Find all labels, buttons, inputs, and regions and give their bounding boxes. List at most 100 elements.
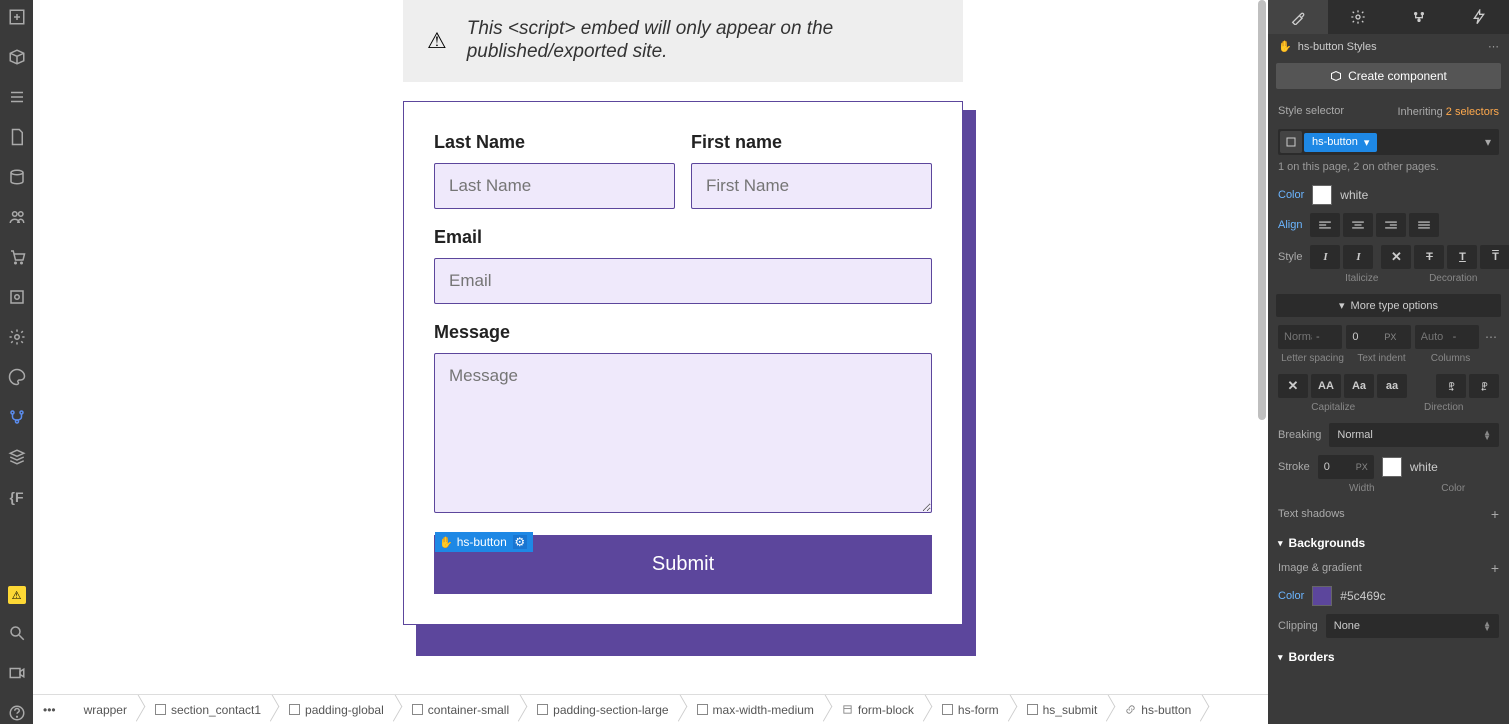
text-indent-input[interactable]: PX	[1346, 325, 1410, 349]
align-justify-button[interactable]	[1409, 213, 1439, 237]
capitalize-lower-button[interactable]: aa	[1377, 374, 1407, 398]
type-more-icon[interactable]: ⋯	[1483, 330, 1499, 344]
breadcrumb-item-hs-submit[interactable]: hs_submit	[1009, 695, 1108, 724]
selector-pages-note: 1 on this page, 2 on other pages.	[1268, 159, 1509, 181]
tab-interactions[interactable]	[1389, 0, 1449, 34]
selector-tag[interactable]: hs-button▾	[1304, 133, 1377, 152]
chevron-down-icon: ▾	[1364, 136, 1370, 149]
grab-icon: ✋	[1278, 40, 1292, 53]
canvas-scrollbar[interactable]	[1260, 0, 1268, 694]
text-shadows-label: Text shadows	[1278, 508, 1345, 520]
image-gradient-label: Image & gradient	[1278, 562, 1362, 574]
breadcrumb-item-wrapper[interactable]: wrapper	[66, 695, 137, 724]
selection-badge[interactable]: ✋ hs-button ⚙	[435, 532, 533, 552]
cms-icon[interactable]	[6, 166, 28, 188]
selector-states-dropdown[interactable]: ▾	[1479, 135, 1497, 149]
more-type-options-button[interactable]: ▾More type options	[1276, 294, 1501, 317]
decoration-none-button[interactable]: ✕	[1381, 245, 1411, 269]
breadcrumb-item-padding-global[interactable]: padding-global	[271, 695, 394, 724]
bg-color-label: Color	[1278, 590, 1304, 602]
video-icon[interactable]	[6, 662, 28, 684]
breadcrumb-item-form-block[interactable]: form-block	[824, 695, 924, 724]
selector-type-icon[interactable]	[1280, 131, 1302, 153]
decoration-strike-button[interactable]: T	[1414, 245, 1444, 269]
selection-badge-label: hs-button	[457, 535, 507, 549]
breadcrumb: ••• wrapper section_contact1 padding-glo…	[33, 694, 1268, 724]
assets-icon[interactable]	[6, 446, 28, 468]
help-icon[interactable]	[6, 702, 28, 724]
direction-rtl-button[interactable]	[1469, 374, 1499, 398]
align-right-button[interactable]	[1376, 213, 1406, 237]
settings-icon[interactable]	[6, 326, 28, 348]
stroke-color-swatch[interactable]	[1382, 457, 1402, 477]
create-component-button[interactable]: Create component	[1276, 63, 1501, 89]
warning-icon: ⚠	[427, 28, 447, 54]
breadcrumb-item-section[interactable]: section_contact1	[137, 695, 271, 724]
stroke-label: Stroke	[1278, 461, 1310, 473]
users-icon[interactable]	[6, 206, 28, 228]
decoration-overline-button[interactable]: T	[1480, 245, 1509, 269]
grab-icon: ✋	[439, 536, 453, 549]
breadcrumb-item-hs-button[interactable]: hs-button	[1107, 695, 1201, 724]
bg-color-value[interactable]: #5c469c	[1340, 589, 1385, 603]
stroke-width-input[interactable]: PX	[1318, 455, 1374, 479]
add-element-icon[interactable]	[6, 6, 28, 28]
breadcrumb-item-container[interactable]: container-small	[394, 695, 519, 724]
breadcrumb-item-max-width[interactable]: max-width-medium	[679, 695, 824, 724]
left-toolbar: {F ⚠	[0, 0, 33, 724]
selection-settings-icon[interactable]: ⚙	[513, 535, 527, 549]
borders-section-header[interactable]: ▾Borders	[1268, 642, 1509, 668]
styles-menu-icon[interactable]: ⋯	[1488, 40, 1499, 53]
pages-icon[interactable]	[6, 126, 28, 148]
styles-title: hs-button Styles	[1298, 41, 1377, 53]
tab-style[interactable]	[1268, 0, 1328, 34]
clipping-select[interactable]: None ▲▼	[1326, 614, 1499, 638]
first-name-label: First name	[691, 132, 932, 153]
backgrounds-section-header[interactable]: ▾Backgrounds	[1268, 528, 1509, 554]
add-image-gradient-button[interactable]: +	[1491, 560, 1499, 576]
palette-icon[interactable]	[6, 366, 28, 388]
message-textarea[interactable]	[434, 353, 932, 513]
box-icon[interactable]	[6, 46, 28, 68]
branch-icon[interactable]	[6, 406, 28, 428]
last-name-input[interactable]	[434, 163, 675, 209]
inheriting-selectors-link[interactable]: 2 selectors	[1446, 106, 1499, 118]
bg-color-swatch[interactable]	[1312, 586, 1332, 606]
breadcrumb-item-hs-form[interactable]: hs-form	[924, 695, 1009, 724]
finsweet-icon[interactable]: {F	[6, 486, 28, 508]
layout-icon[interactable]	[6, 86, 28, 108]
align-center-button[interactable]	[1343, 213, 1373, 237]
email-input[interactable]	[434, 258, 932, 304]
tab-effects[interactable]	[1449, 0, 1509, 34]
breadcrumb-more[interactable]: •••	[33, 695, 66, 724]
selector-input[interactable]: hs-button▾ ▾	[1278, 129, 1499, 155]
italic-button[interactable]: I	[1343, 245, 1373, 269]
search-icon[interactable]	[6, 622, 28, 644]
logic-icon[interactable]	[6, 286, 28, 308]
style-selector-label: Style selector	[1278, 105, 1344, 117]
capitalize-upper-button[interactable]: AA	[1311, 374, 1341, 398]
stroke-color-value[interactable]: white	[1410, 460, 1438, 474]
decoration-underline-button[interactable]: T	[1447, 245, 1477, 269]
capitalize-none-button[interactable]: ✕	[1278, 374, 1308, 398]
text-color-swatch[interactable]	[1312, 185, 1332, 205]
letter-spacing-input[interactable]: -	[1278, 325, 1342, 349]
breaking-select[interactable]: Normal ▲▼	[1329, 423, 1499, 447]
breaking-label: Breaking	[1278, 429, 1321, 441]
clipping-label: Clipping	[1278, 620, 1318, 632]
capitalize-title-button[interactable]: Aa	[1344, 374, 1374, 398]
add-text-shadow-button[interactable]: +	[1491, 506, 1499, 522]
italic-normal-button[interactable]: I	[1310, 245, 1340, 269]
breadcrumb-item-padding-section[interactable]: padding-section-large	[519, 695, 678, 724]
canvas: ⚠ This <script> embed will only appear o…	[33, 0, 1268, 694]
ecommerce-icon[interactable]	[6, 246, 28, 268]
text-color-value[interactable]: white	[1340, 188, 1368, 202]
panel-tabs	[1268, 0, 1509, 34]
tab-settings[interactable]	[1328, 0, 1388, 34]
columns-input[interactable]: -	[1415, 325, 1479, 349]
audit-icon[interactable]: ⚠	[8, 586, 26, 604]
embed-notice-text: This <script> embed will only appear on …	[467, 18, 939, 64]
align-left-button[interactable]	[1310, 213, 1340, 237]
first-name-input[interactable]	[691, 163, 932, 209]
direction-ltr-button[interactable]	[1436, 374, 1466, 398]
